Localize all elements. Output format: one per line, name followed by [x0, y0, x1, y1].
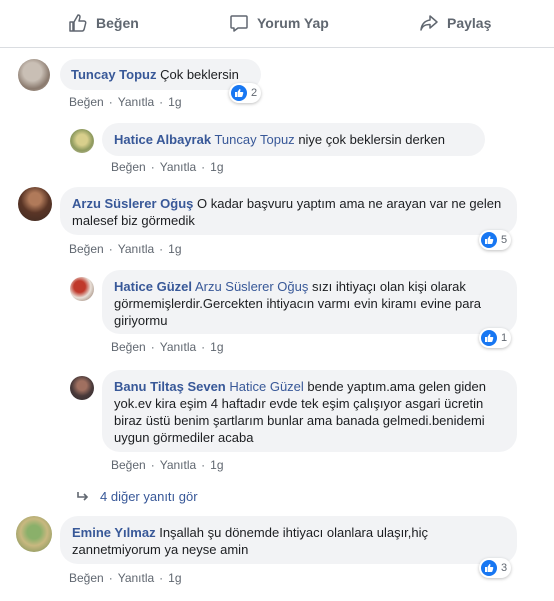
comment-meta: Beğen · Yanıtla · 1g [111, 340, 224, 354]
avatar[interactable] [18, 187, 52, 221]
reaction-count[interactable]: 2 [229, 83, 262, 103]
comment-bubble: Hatice Albayrak Tuncay Topuz niye çok be… [102, 123, 485, 156]
comment-meta: Beğen · Yanıtla · 1g [69, 242, 182, 256]
comment-like-link[interactable]: Beğen [111, 160, 146, 174]
view-more-replies-link[interactable]: 4 diğer yanıtı gör [76, 489, 198, 504]
share-action-label: Paylaş [447, 15, 492, 31]
comment-text: Çok beklersin [160, 67, 239, 82]
comment-action-label: Yorum Yap [257, 15, 329, 31]
comment-like-link[interactable]: Beğen [69, 571, 104, 585]
comment-timestamp[interactable]: 1g [168, 95, 181, 109]
comment-timestamp[interactable]: 1g [210, 458, 223, 472]
comment-timestamp[interactable]: 1g [168, 242, 181, 256]
comment-like-link[interactable]: Beğen [69, 95, 104, 109]
comment-author[interactable]: Arzu Süslerer Oğuş [72, 196, 193, 211]
mention-tag[interactable]: Tuncay Topuz [214, 132, 294, 147]
thumbs-up-icon [69, 14, 87, 32]
avatar[interactable] [70, 129, 94, 153]
comment-bubble: Arzu Süslerer Oğuş O kadar başvuru yaptı… [60, 187, 517, 235]
avatar[interactable] [70, 376, 94, 400]
reaction-count[interactable]: 1 [479, 328, 512, 348]
comment-meta: Beğen · Yanıtla · 1g [69, 95, 182, 109]
reaction-count[interactable]: 3 [479, 558, 512, 578]
comment-author[interactable]: Hatice Güzel [114, 279, 192, 294]
avatar[interactable] [70, 277, 94, 301]
avatar[interactable] [18, 59, 50, 91]
reaction-number: 3 [501, 562, 508, 574]
reaction-number: 2 [251, 87, 258, 99]
like-action-button[interactable]: Beğen [68, 13, 139, 33]
comment-bubble: Hatice Güzel Arzu Süslerer Oğuş sızı iht… [102, 270, 517, 334]
post-action-bar: Beğen Yorum Yap Paylaş [0, 0, 554, 48]
like-reaction-icon [481, 560, 497, 576]
mention-tag[interactable]: Hatice Güzel [229, 379, 303, 394]
like-action-label: Beğen [96, 15, 139, 31]
comment-meta: Beğen · Yanıtla · 1g [111, 160, 224, 174]
reaction-number: 1 [501, 332, 508, 344]
comment-reply-link[interactable]: Yanıtla [160, 458, 196, 472]
comment-reply-link[interactable]: Yanıtla [118, 571, 154, 585]
reaction-count[interactable]: 5 [479, 230, 512, 250]
comment-text: niye çok beklersin derken [298, 132, 446, 147]
reaction-number: 5 [501, 234, 508, 246]
comment-bubble: Banu Tiltaş Seven Hatice Güzel bende yap… [102, 370, 517, 452]
comment-like-link[interactable]: Beğen [111, 458, 146, 472]
view-more-replies-label: 4 diğer yanıtı gör [100, 489, 198, 504]
comment-author[interactable]: Banu Tiltaş Seven [114, 379, 226, 394]
comment-author[interactable]: Emine Yılmaz [72, 525, 156, 540]
comment-action-button[interactable]: Yorum Yap [229, 13, 329, 33]
like-reaction-icon [231, 85, 247, 101]
comment-author[interactable]: Hatice Albayrak [114, 132, 211, 147]
comment-like-link[interactable]: Beğen [69, 242, 104, 256]
like-reaction-icon [481, 232, 497, 248]
comment-reply-link[interactable]: Yanıtla [118, 95, 154, 109]
speech-bubble-icon [230, 15, 248, 32]
comment-timestamp[interactable]: 1g [210, 340, 223, 354]
reply-arrow-icon [77, 491, 89, 501]
share-arrow-icon [420, 15, 438, 31]
comment-meta: Beğen · Yanıtla · 1g [69, 571, 182, 585]
comment-timestamp[interactable]: 1g [210, 160, 223, 174]
comment-reply-link[interactable]: Yanıtla [118, 242, 154, 256]
share-action-button[interactable]: Paylaş [419, 13, 491, 33]
comment-reply-link[interactable]: Yanıtla [160, 160, 196, 174]
comment-like-link[interactable]: Beğen [111, 340, 146, 354]
like-reaction-icon [481, 330, 497, 346]
mention-tag[interactable]: Arzu Süslerer Oğuş [195, 279, 308, 294]
comment-meta: Beğen · Yanıtla · 1g [111, 458, 224, 472]
comment-author[interactable]: Tuncay Topuz [71, 67, 156, 82]
comment-bubble: Emine Yılmaz Inşallah şu dönemde ihtiyac… [60, 516, 517, 564]
avatar[interactable] [16, 516, 52, 552]
comment-reply-link[interactable]: Yanıtla [160, 340, 196, 354]
comment-timestamp[interactable]: 1g [168, 571, 181, 585]
